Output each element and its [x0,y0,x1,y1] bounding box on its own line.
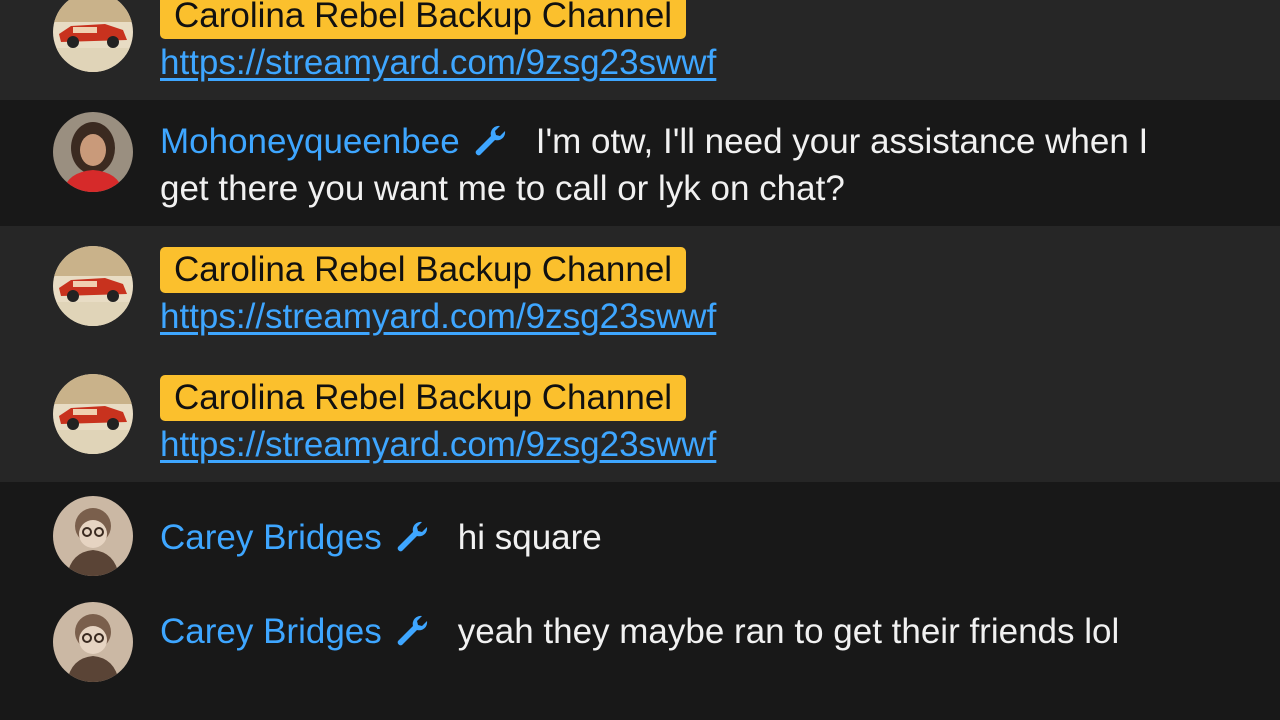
author-name[interactable]: Mohoneyqueenbee [160,122,460,161]
chat-message: Mohoneyqueenbee I'm otw, I'll need your a… [0,100,1280,226]
wrench-icon [392,519,432,553]
message-link[interactable]: https://streamyard.com/9zsg23swwf [160,43,716,82]
message-link[interactable]: https://streamyard.com/9zsg23swwf [160,297,716,336]
message-text: hi square [457,518,602,557]
chat-message: Carolina Rebel Backup Channel https://str… [0,354,1280,482]
man-avatar-icon[interactable] [53,602,133,682]
message-text: yeah they maybe ran to get their friends… [457,612,1120,651]
car-avatar-icon[interactable] [53,246,133,326]
author-name[interactable]: Carey Bridges [160,612,382,651]
woman-avatar-icon[interactable] [53,112,133,192]
man-avatar-icon[interactable] [53,496,133,576]
chat-message: Carey Bridges yeah they maybe ran to get … [0,588,1280,720]
author-badge-owner[interactable]: Carolina Rebel Backup Channel [160,247,687,293]
chat-message: Carolina Rebel Backup Channel https://str… [0,226,1280,354]
live-chat-feed: Carolina Rebel Backup Channel https://str… [0,0,1280,720]
author-badge-owner[interactable]: Carolina Rebel Backup Channel [160,375,687,421]
car-avatar-icon[interactable] [53,0,133,72]
author-badge-owner[interactable]: Carolina Rebel Backup Channel [160,0,687,39]
wrench-icon [392,613,432,647]
author-name[interactable]: Carey Bridges [160,518,382,557]
car-avatar-icon[interactable] [53,374,133,454]
message-link[interactable]: https://streamyard.com/9zsg23swwf [160,425,716,464]
chat-message: Carey Bridges hi square [0,482,1280,588]
chat-message: Carolina Rebel Backup Channel https://str… [0,0,1280,100]
wrench-icon [470,123,510,157]
